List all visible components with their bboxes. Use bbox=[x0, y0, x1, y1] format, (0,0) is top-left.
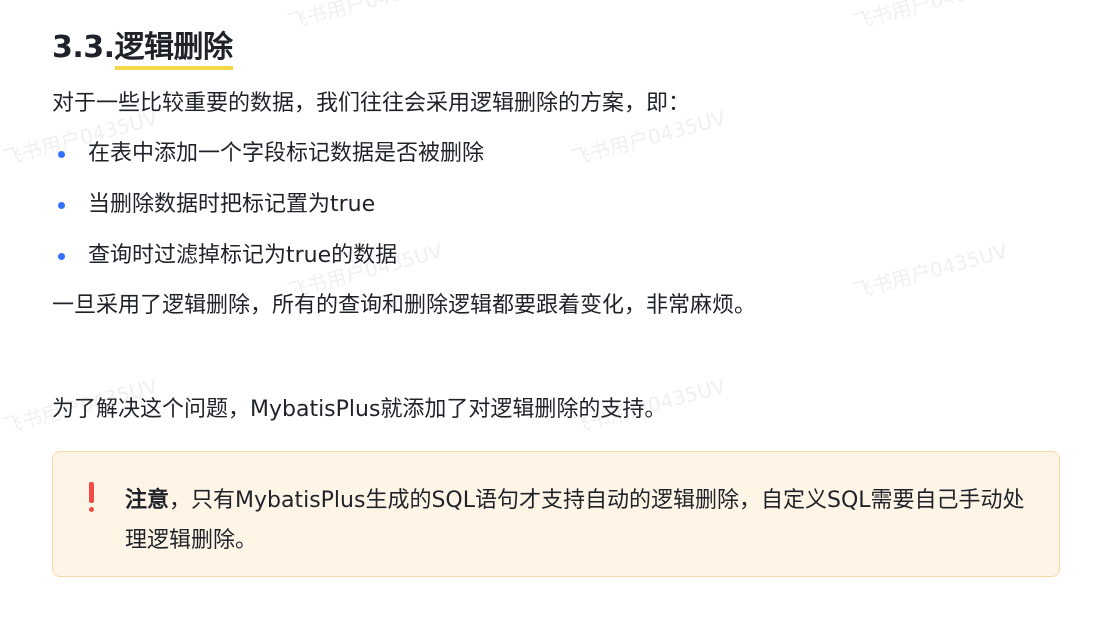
list-item: 查询时过滤掉标记为true的数据 bbox=[52, 240, 397, 272]
watermark: 飞书用户0435UV bbox=[849, 238, 1011, 304]
callout-text: 注意，只有MybatisPlus生成的SQL语句才支持自动的逻辑删除，自定义SQ… bbox=[125, 481, 1035, 561]
intro-paragraph: 对于一些比较重要的数据，我们往往会采用逻辑删除的方案，即： bbox=[52, 91, 691, 116]
watermark: 飞书用户0435UV bbox=[849, 0, 1011, 35]
bullet-dot-icon bbox=[58, 201, 65, 209]
callout-box: 注意，只有MybatisPlus生成的SQL语句才支持自动的逻辑删除，自定义SQ… bbox=[52, 451, 1060, 577]
list-item-text: 在表中添加一个字段标记数据是否被删除 bbox=[88, 141, 485, 166]
callout-bold-label: 注意 bbox=[125, 488, 170, 513]
list-item-text: 查询时过滤掉标记为true的数据 bbox=[88, 243, 398, 268]
section-heading: 3.3.逻辑删除 bbox=[52, 26, 233, 70]
consequence-paragraph: 一旦采用了逻辑删除，所有的查询和删除逻辑都要跟着变化，非常麻烦。 bbox=[52, 293, 757, 318]
bullet-dot-icon bbox=[58, 252, 65, 260]
section-title: 逻辑删除 bbox=[114, 30, 233, 70]
exclamation-icon bbox=[89, 482, 95, 512]
section-number: 3.3. bbox=[52, 30, 115, 65]
list-item-text: 当删除数据时把标记置为true bbox=[88, 192, 376, 217]
watermark: 飞书用户0435UV bbox=[284, 0, 446, 35]
bullet-dot-icon bbox=[58, 150, 65, 158]
callout-body: ，只有MybatisPlus生成的SQL语句才支持自动的逻辑删除，自定义SQL需… bbox=[125, 488, 1025, 553]
solution-paragraph: 为了解决这个问题，MybatisPlus就添加了对逻辑删除的支持。 bbox=[52, 397, 667, 422]
list-item: 在表中添加一个字段标记数据是否被删除 bbox=[52, 138, 484, 170]
list-item: 当删除数据时把标记置为true bbox=[52, 189, 375, 221]
